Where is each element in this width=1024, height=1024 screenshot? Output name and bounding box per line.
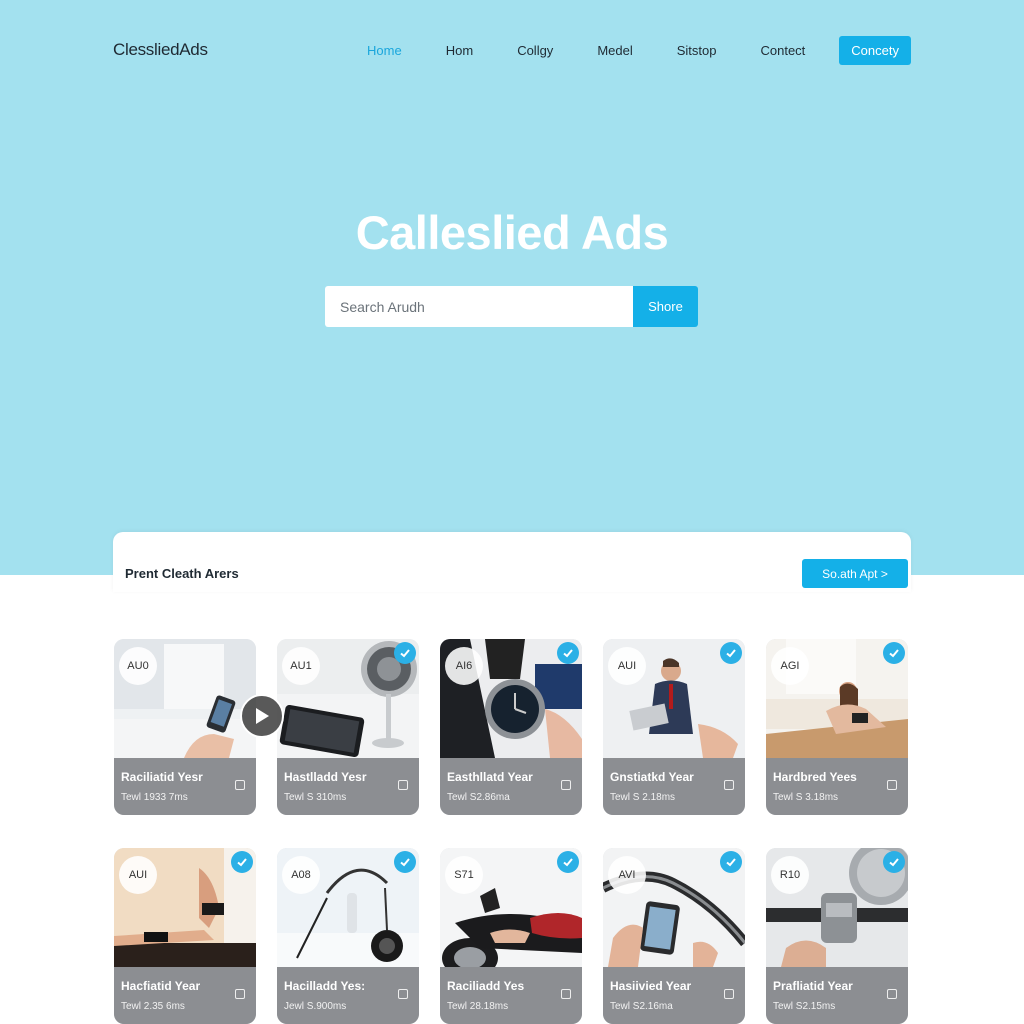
verified-check-icon [231, 851, 253, 873]
listing-title: Hacfiatid Year [121, 979, 201, 993]
listing-subtitle: Tewl 28.18ms [447, 1001, 509, 1012]
save-icon[interactable] [887, 780, 897, 790]
nav-link-hom[interactable]: Hom [446, 43, 473, 58]
listing-badge: AVI [608, 856, 646, 894]
listing-caption: Gnstiatkd Year Tewl S 2.18ms [603, 758, 745, 815]
listing-caption: Raciliatid Yesr Tewl 1933 7ms [114, 758, 256, 815]
listing-caption: Hasiivied Year Tewl S2.16ma [603, 967, 745, 1024]
listing-caption: Hastlladd Yesr Tewl S 310ms [277, 758, 419, 815]
verified-check-icon [720, 642, 742, 664]
search-button[interactable]: Shore [633, 286, 698, 327]
nav-link-medel[interactable]: Medel [597, 43, 632, 58]
listing-subtitle: Tewl S2.86ma [447, 792, 510, 803]
listing-card[interactable]: AUI Hacfiatid Year Tewl 2.35 6ms [114, 848, 256, 1024]
listing-card[interactable]: AVI Hasiivied Year Tewl S2.16ma [603, 848, 745, 1024]
search-all-button[interactable]: So.ath Apt > [802, 559, 908, 588]
listing-title: Hasiivied Year [610, 979, 692, 993]
save-icon[interactable] [235, 989, 245, 999]
listing-caption: Prafliatid Year Tewl S2.15ms [766, 967, 908, 1024]
listing-subtitle: Tewl S2.15ms [773, 1001, 836, 1012]
save-icon[interactable] [398, 780, 408, 790]
listing-card[interactable]: AGI Hardbred Yees Tewl S 3.18ms [766, 639, 908, 815]
listing-badge: AU1 [282, 647, 320, 685]
listing-card[interactable]: AI6 Easthllatd Year Tewl S2.86ma [440, 639, 582, 815]
save-icon[interactable] [235, 780, 245, 790]
save-icon[interactable] [398, 989, 408, 999]
search-input[interactable] [325, 286, 633, 327]
verified-check-icon [720, 851, 742, 873]
listing-caption: Raciliadd Yes Tewl 28.18ms [440, 967, 582, 1024]
verified-check-icon [557, 851, 579, 873]
listing-title: Hacilladd Yes: [284, 979, 366, 993]
listing-subtitle: Tewl S 2.18ms [610, 792, 676, 803]
listing-subtitle: Tewl S2.16ma [610, 1001, 673, 1012]
listing-subtitle: Jewl S.900ms [284, 1001, 347, 1012]
nav-link-contect[interactable]: Contect [760, 43, 805, 58]
top-navigation: ClessliedAds Home Hom Collgy Medel Sitst… [113, 35, 911, 65]
save-icon[interactable] [561, 989, 571, 999]
nav-cta-button[interactable]: Concety [839, 35, 911, 65]
nav-link-sitstop[interactable]: Sitstop [677, 43, 717, 58]
save-icon[interactable] [561, 780, 571, 790]
search-bar: Shore [325, 286, 698, 327]
listing-subtitle: Tewl 1933 7ms [121, 792, 188, 803]
hero-section: ClessliedAds Home Hom Collgy Medel Sitst… [0, 0, 1024, 575]
play-video-icon[interactable] [240, 694, 284, 738]
verified-check-icon [557, 642, 579, 664]
listing-badge: AUI [119, 856, 157, 894]
save-icon[interactable] [724, 989, 734, 999]
listing-title: Gnstiatkd Year [610, 770, 694, 784]
listing-badge: AI6 [445, 647, 483, 685]
listing-card[interactable]: S71 Raciliadd Yes Tewl 28.18ms [440, 848, 582, 1024]
save-icon[interactable] [724, 780, 734, 790]
listing-caption: Hacilladd Yes: Jewl S.900ms [277, 967, 419, 1024]
listing-title: Easthllatd Year [447, 770, 533, 784]
listing-title: Hastlladd Yesr [284, 770, 367, 784]
listing-subtitle: Tewl 2.35 6ms [121, 1001, 185, 1012]
listing-badge: R10 [771, 856, 809, 894]
nav-link-collgy[interactable]: Collgy [517, 43, 553, 58]
listing-badge: AGI [771, 647, 809, 685]
listing-title: Raciliadd Yes [447, 979, 525, 993]
listing-badge: AU0 [119, 647, 157, 685]
listing-caption: Easthllatd Year Tewl S2.86ma [440, 758, 582, 815]
verified-check-icon [394, 851, 416, 873]
listing-card[interactable]: AU0 Raciliatid Yesr Tewl 1933 7ms [114, 639, 256, 815]
listing-title: Prafliatid Year [773, 979, 853, 993]
listing-caption: Hacfiatid Year Tewl 2.35 6ms [114, 967, 256, 1024]
verified-check-icon [883, 851, 905, 873]
listing-title: Raciliatid Yesr [121, 770, 203, 784]
verified-check-icon [394, 642, 416, 664]
listing-card[interactable]: AU1 Hastlladd Yesr Tewl S 310ms [277, 639, 419, 815]
listing-badge: S71 [445, 856, 483, 894]
listing-badge: A08 [282, 856, 320, 894]
nav-links: Home Hom Collgy Medel Sitstop Contect Co… [323, 35, 911, 65]
site-logo[interactable]: ClessliedAds [113, 40, 208, 60]
listing-badge: AUI [608, 647, 646, 685]
listing-subtitle: Tewl S 310ms [284, 792, 347, 803]
hero-title: Calleslied Ads [355, 206, 669, 259]
listing-subtitle: Tewl S 3.18ms [773, 792, 839, 803]
listing-caption: Hardbred Yees Tewl S 3.18ms [766, 758, 908, 815]
listing-card[interactable]: A08 Hacilladd Yes: Jewl S.900ms [277, 848, 419, 1024]
listings-header-panel: Prent Cleath Arers So.ath Apt > [113, 532, 911, 592]
save-icon[interactable] [887, 989, 897, 999]
listing-card[interactable]: R10 Prafliatid Year Tewl S2.15ms [766, 848, 908, 1024]
verified-check-icon [883, 642, 905, 664]
listing-title: Hardbred Yees [773, 770, 857, 784]
listings-grid: AU0 Raciliatid Yesr Tewl 1933 7ms AU1 Ha… [114, 639, 910, 1024]
section-title: Prent Cleath Arers [125, 566, 239, 581]
nav-home-link[interactable]: Home [367, 43, 402, 58]
listing-card[interactable]: AUI Gnstiatkd Year Tewl S 2.18ms [603, 639, 745, 815]
